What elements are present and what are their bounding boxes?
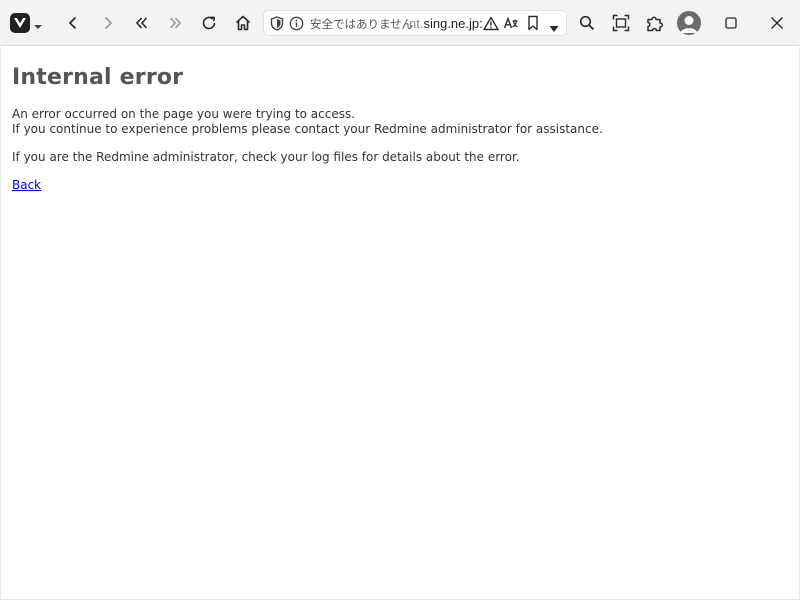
capture-icon (612, 14, 630, 32)
url-main: sing.ne.jp: (423, 16, 483, 31)
security-status-label: 安全ではありません (310, 17, 414, 31)
chevron-left-icon (68, 16, 77, 30)
page-title: Internal error (12, 65, 184, 90)
fast-forward-button[interactable] (161, 9, 189, 37)
url-text[interactable]: nt.sing.ne.jp: (409, 16, 483, 31)
url-prefix: nt. (409, 16, 424, 31)
forward-button[interactable] (94, 9, 122, 37)
info-icon[interactable] (289, 16, 304, 35)
close-icon (771, 17, 783, 29)
bookmark-icon[interactable] (527, 15, 539, 35)
double-chevron-right-icon (169, 17, 182, 29)
close-button[interactable] (763, 9, 791, 37)
capture-button[interactable] (607, 9, 635, 37)
back-link[interactable]: Back (12, 178, 41, 192)
admin-hint: If you are the Redmine administrator, ch… (12, 150, 520, 164)
double-chevron-left-icon (135, 17, 148, 29)
search-icon (579, 15, 595, 31)
translate-icon[interactable] (503, 15, 519, 35)
address-bar[interactable]: 安全ではありません nt.sing.ne.jp: (263, 10, 567, 36)
back-button[interactable] (59, 9, 87, 37)
maximize-button[interactable] (717, 9, 745, 37)
browser-toolbar: 安全ではありません nt.sing.ne.jp: (0, 0, 800, 46)
search-button[interactable] (573, 9, 601, 37)
puzzle-icon (647, 16, 663, 32)
warning-icon[interactable] (483, 16, 499, 35)
error-message: An error occurred on the page you were t… (12, 107, 603, 137)
home-button[interactable] (229, 9, 257, 37)
rewind-button[interactable] (128, 9, 156, 37)
chevron-right-icon (104, 16, 113, 30)
triangle-down-icon[interactable] (549, 18, 559, 37)
vivaldi-logo-icon[interactable] (10, 13, 30, 33)
error-line-1: An error occurred on the page you were t… (12, 107, 356, 121)
error-line-2: If you continue to experience problems p… (12, 122, 603, 136)
reload-button[interactable] (195, 9, 223, 37)
chevron-down-icon[interactable] (33, 17, 43, 36)
shield-icon[interactable] (270, 16, 284, 35)
maximize-icon (725, 17, 737, 29)
extensions-button[interactable] (641, 9, 669, 37)
page-content: Internal error An error occurred on the … (0, 47, 800, 600)
avatar[interactable] (677, 11, 701, 35)
home-icon (235, 15, 251, 31)
reload-icon (202, 16, 216, 30)
